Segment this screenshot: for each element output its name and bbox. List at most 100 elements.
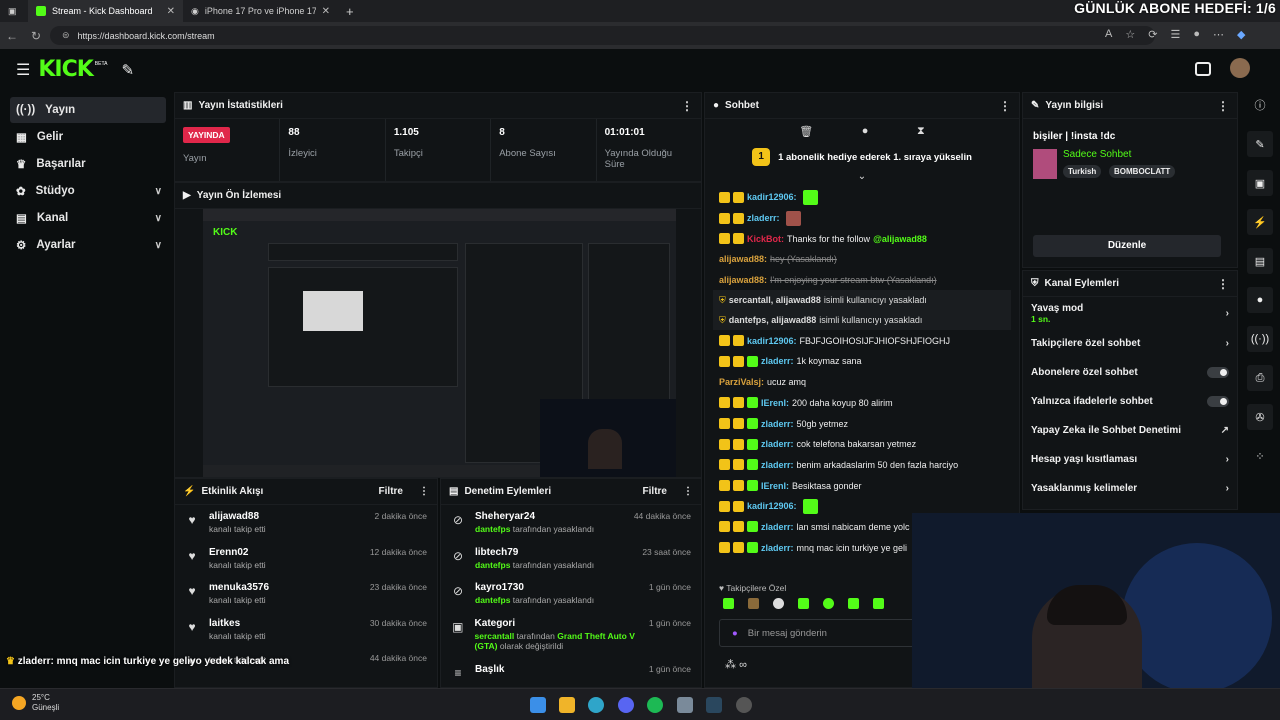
- emote-icon[interactable]: [723, 598, 734, 609]
- info-icon[interactable]: ⓘ: [1247, 92, 1273, 118]
- chat-icon[interactable]: ●: [1247, 287, 1273, 313]
- sidebar-item-ayarlar[interactable]: ⚙ Ayarlar ∨: [10, 232, 166, 258]
- account-age-row[interactable]: Hesap yaşı kısıtlaması ›: [1023, 445, 1237, 474]
- kebab-icon[interactable]: ⋮: [681, 99, 693, 113]
- windows-start-icon[interactable]: [530, 697, 546, 713]
- apps-icon[interactable]: ⁘: [1247, 443, 1273, 469]
- chat-user[interactable]: ParziValsj:: [719, 377, 764, 387]
- chat-user[interactable]: zladerr:: [747, 213, 780, 223]
- kebab-icon[interactable]: ⋮: [419, 486, 429, 497]
- chat-user[interactable]: kadir12906:: [747, 501, 797, 511]
- kick-logo[interactable]: KICK: [38, 57, 93, 82]
- edge-icon[interactable]: [588, 697, 604, 713]
- pen-icon[interactable]: ✎: [1247, 131, 1273, 157]
- close-tab-icon[interactable]: ✕: [322, 6, 330, 17]
- emote-icon[interactable]: [823, 598, 834, 609]
- kick-small-icon[interactable]: [1195, 62, 1211, 76]
- chat-user[interactable]: alijawad88:: [719, 275, 767, 285]
- file-explorer-icon[interactable]: [559, 697, 575, 713]
- slow-mode-row[interactable]: Yavaş mod 1 sn. ›: [1023, 297, 1237, 329]
- profile-icon[interactable]: ●: [1193, 28, 1200, 41]
- chat-mention[interactable]: @alijawad88: [873, 234, 927, 244]
- chat-icon[interactable]: ●: [862, 125, 869, 137]
- app-icon[interactable]: [677, 697, 693, 713]
- ai-moderation-row[interactable]: Yapay Zeka ile Sohbet Denetimi ↗: [1023, 416, 1237, 445]
- url-field[interactable]: ⊜ https://dashboard.kick.com/stream: [50, 26, 1155, 45]
- emote-icon[interactable]: [873, 598, 884, 609]
- banned-words-row[interactable]: Yasaklanmış kelimeler ›: [1023, 474, 1237, 503]
- new-tab-button[interactable]: +: [338, 0, 362, 22]
- edit-button[interactable]: Düzenle: [1033, 235, 1221, 257]
- sidebar-item-yayin[interactable]: ((·)) Yayın: [10, 97, 166, 123]
- obs-icon[interactable]: [736, 697, 752, 713]
- chat-user[interactable]: zladerr:: [761, 522, 794, 532]
- spotify-icon[interactable]: [647, 697, 663, 713]
- stream-preview-video[interactable]: KICK: [203, 209, 676, 477]
- emote-icon[interactable]: [848, 598, 859, 609]
- kebab-icon[interactable]: ⋮: [1217, 277, 1229, 291]
- tab-menu-icon[interactable]: ▣: [0, 0, 28, 22]
- chat-user[interactable]: dantefps, alijawad88: [729, 315, 817, 325]
- kebab-icon[interactable]: ⋮: [1217, 99, 1229, 113]
- extensions-icon[interactable]: ⟳: [1148, 28, 1157, 41]
- subs-only-toggle[interactable]: [1207, 367, 1229, 378]
- chat-user[interactable]: KickBot:: [747, 234, 784, 244]
- sidebar-item-studyo[interactable]: ✿ Stüdyo ∨: [10, 178, 166, 204]
- refresh-icon[interactable]: ↻: [24, 29, 48, 43]
- chat-user[interactable]: zladerr:: [761, 419, 794, 429]
- chat-user[interactable]: zladerr:: [761, 543, 794, 553]
- sidebar-item-gelir[interactable]: ▦ Gelir: [10, 124, 166, 150]
- browser-tab-iphone[interactable]: ◉ iPhone 17 Pro ve iPhone 17 Pro M ✕: [183, 0, 338, 22]
- edit-pen-icon[interactable]: ✎: [121, 61, 134, 79]
- mic-icon[interactable]: ●: [732, 628, 738, 639]
- hamburger-icon[interactable]: ☰: [16, 60, 30, 80]
- bolt-icon[interactable]: ⚡: [1247, 209, 1273, 235]
- chat-user[interactable]: kadir12906:: [747, 192, 797, 202]
- sidebar-item-basarilar[interactable]: ♛ Başarılar: [10, 151, 166, 177]
- weather-widget[interactable]: 25°C Güneşli: [12, 693, 59, 713]
- category-name[interactable]: Sadece Sohbet: [1063, 149, 1131, 160]
- hourglass-icon[interactable]: ⧗: [917, 125, 925, 138]
- tag-turkish[interactable]: Turkish: [1063, 165, 1102, 178]
- close-tab-icon[interactable]: ✕: [167, 6, 175, 17]
- more-icon[interactable]: ⋯: [1213, 28, 1224, 41]
- chat-user[interactable]: IErenI:: [761, 481, 789, 491]
- emote-icon[interactable]: [798, 598, 809, 609]
- browser-tab-kick[interactable]: Stream - Kick Dashboard ✕: [28, 0, 183, 22]
- emotes-only-toggle[interactable]: [1207, 396, 1229, 407]
- print-icon[interactable]: ⎙: [1247, 365, 1273, 391]
- tag-bomboclatt[interactable]: BOMBOCLATT: [1109, 165, 1176, 178]
- filter-button[interactable]: Filtre: [643, 486, 667, 497]
- avatar[interactable]: [1230, 58, 1250, 78]
- copilot-icon[interactable]: ◆: [1237, 28, 1245, 41]
- chat-user[interactable]: zladerr:: [761, 356, 794, 366]
- emote-picker-icon[interactable]: ⁂: [725, 659, 736, 671]
- emote-icon[interactable]: [748, 598, 759, 609]
- chat-user[interactable]: sercantall, alijawad88: [729, 295, 821, 305]
- notes-icon[interactable]: ▤: [1247, 248, 1273, 274]
- favorite-icon[interactable]: ☆: [1125, 28, 1135, 41]
- sidebar-item-kanal[interactable]: ▤ Kanal ∨: [10, 205, 166, 231]
- steam-icon[interactable]: [706, 697, 722, 713]
- stream-icon[interactable]: ▣: [1247, 170, 1273, 196]
- collections-icon[interactable]: ☰: [1170, 28, 1180, 41]
- broadcast-icon[interactable]: ((·)): [1247, 326, 1273, 352]
- chat-user[interactable]: kadir12906:: [747, 336, 797, 346]
- read-aloud-icon[interactable]: A: [1105, 28, 1112, 41]
- followers-only-row[interactable]: Takipçilere özel sohbet ›: [1023, 329, 1237, 358]
- back-icon[interactable]: ←: [0, 29, 24, 43]
- chat-user[interactable]: zladerr:: [761, 460, 794, 470]
- chat-user[interactable]: IErenI:: [761, 398, 789, 408]
- wrench-icon[interactable]: ✇: [1247, 404, 1273, 430]
- gift-banner[interactable]: 1 1 abonelik hediye ederek 1. sıraya yük…: [705, 143, 1019, 171]
- kebab-icon[interactable]: ⋮: [999, 99, 1011, 113]
- chat-user[interactable]: zladerr:: [761, 439, 794, 449]
- filter-button[interactable]: Filtre: [379, 486, 403, 497]
- discord-icon[interactable]: [618, 697, 634, 713]
- emote-icon[interactable]: [773, 598, 784, 609]
- kebab-icon[interactable]: ⋮: [683, 486, 693, 497]
- sidebar-item-label: Yayın: [45, 104, 76, 116]
- trash-icon[interactable]: 🗑: [799, 125, 813, 138]
- chevron-down-icon[interactable]: ⌄: [705, 171, 1019, 185]
- chat-user[interactable]: alijawad88:: [719, 254, 767, 264]
